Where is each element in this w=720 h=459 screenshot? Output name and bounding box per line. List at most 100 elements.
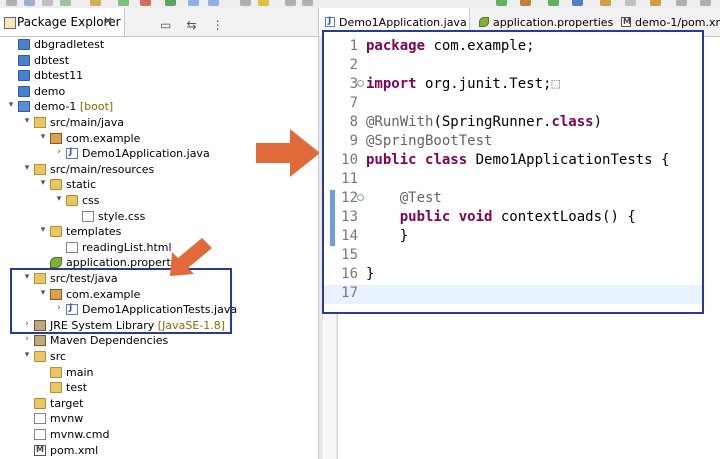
toolbar-button[interactable] bbox=[700, 0, 711, 6]
proj-icon bbox=[18, 54, 30, 66]
tree-item-label: style.css bbox=[98, 210, 145, 223]
code-line[interactable]: 13 public void contextLoads() { bbox=[324, 209, 702, 228]
file-icon bbox=[34, 413, 46, 425]
expand-arrow-icon[interactable]: › bbox=[54, 147, 64, 157]
tree-item-label: src/main/resources bbox=[50, 163, 154, 176]
code-line[interactable]: 11 bbox=[324, 171, 702, 190]
toolbar-button[interactable] bbox=[302, 0, 313, 6]
tree-item-label: demo-1 [boot] bbox=[34, 100, 113, 113]
line-number: 10 bbox=[341, 152, 358, 168]
code-line[interactable]: 16} bbox=[324, 266, 702, 285]
code-token: class bbox=[551, 114, 594, 130]
code-line[interactable]: 10 public class Demo1ApplicationTests { bbox=[324, 152, 702, 171]
code-line[interactable]: 8 @RunWith(SpringRunner.class) bbox=[324, 114, 702, 133]
editor-tab-label: demo-1/pom.xml bbox=[635, 16, 720, 29]
line-number: 12 bbox=[341, 190, 358, 206]
line-number: 11 bbox=[341, 171, 358, 187]
folder-icon bbox=[50, 226, 62, 238]
toolbar-button[interactable] bbox=[188, 0, 199, 6]
line-number: 13 bbox=[341, 209, 358, 225]
expand-arrow-icon[interactable]: ▾ bbox=[22, 116, 32, 126]
code-line[interactable]: 17 bbox=[324, 285, 702, 304]
toolbar-button[interactable] bbox=[258, 0, 269, 6]
toolbar-button[interactable] bbox=[6, 0, 17, 6]
toolbar-button[interactable] bbox=[24, 0, 35, 6]
expand-arrow-icon[interactable]: ▾ bbox=[6, 100, 16, 110]
toolbar-button[interactable] bbox=[520, 0, 531, 6]
tree-item-text: readingList.html bbox=[82, 240, 172, 254]
toolbar-button[interactable] bbox=[240, 0, 251, 6]
line-number: 9 bbox=[349, 133, 358, 149]
code-token: ) bbox=[593, 114, 603, 130]
code-line[interactable]: 9 @SpringBootTest bbox=[324, 133, 702, 152]
line-number: 7 bbox=[349, 95, 358, 111]
toolbar-button[interactable] bbox=[496, 0, 507, 6]
line-number: 3 bbox=[349, 76, 358, 92]
tree-item-label: templates bbox=[66, 225, 121, 238]
toolbar-button[interactable] bbox=[572, 0, 583, 6]
expand-arrow-icon[interactable]: ▾ bbox=[38, 225, 48, 235]
code-token: @SpringBootTest bbox=[366, 133, 493, 149]
collapse-all-icon[interactable]: ▭ bbox=[160, 18, 171, 32]
code-line[interactable]: 14 } bbox=[324, 228, 702, 247]
toolbar-button[interactable] bbox=[208, 0, 219, 6]
close-icon[interactable]: ✕ bbox=[103, 14, 113, 28]
toolbar-button[interactable] bbox=[650, 0, 661, 6]
code-token: ⬚ bbox=[551, 76, 560, 92]
expand-arrow-icon[interactable]: ▾ bbox=[22, 350, 32, 360]
toolbar-button[interactable] bbox=[625, 0, 636, 6]
tree-item-label: Demo1Application.java bbox=[82, 147, 210, 160]
toolbar-button[interactable] bbox=[165, 0, 176, 6]
tree-item-label: mvnw.cmd bbox=[50, 428, 109, 441]
tree-item-text: Maven Dependencies bbox=[50, 334, 169, 348]
expand-arrow-icon[interactable]: › bbox=[22, 334, 32, 344]
view-menu-icon[interactable]: ⋮ bbox=[212, 18, 224, 32]
code-line[interactable]: 15 bbox=[324, 247, 702, 266]
toolbar-button[interactable] bbox=[90, 0, 101, 6]
expand-arrow-icon[interactable]: ▾ bbox=[22, 163, 32, 173]
toolbar-button[interactable] bbox=[600, 0, 611, 6]
tree-item-text: com.example bbox=[66, 131, 141, 145]
tree-item-text: main bbox=[66, 365, 94, 379]
package-explorer-tools: ▭ ⇆ ⋮ bbox=[160, 14, 234, 33]
tree-item-text: src/main/java bbox=[50, 116, 125, 129]
code-line[interactable]: 3 import org.junit.Test;⬚ bbox=[324, 76, 702, 95]
toolbar-button[interactable] bbox=[118, 0, 129, 6]
toolbar-button[interactable] bbox=[140, 0, 151, 6]
tree-item-label: test bbox=[66, 381, 87, 394]
toolbar-button[interactable] bbox=[42, 0, 53, 6]
toolbar-button[interactable] bbox=[676, 0, 687, 6]
code-token: contextLoads() { bbox=[492, 209, 636, 225]
mvn-icon bbox=[621, 17, 631, 27]
editor-ruler-line bbox=[337, 314, 338, 459]
expand-arrow-icon[interactable]: ▾ bbox=[38, 178, 48, 188]
package-explorer-icon bbox=[4, 17, 16, 29]
tree-item-text: pom.xml bbox=[50, 443, 99, 457]
line-number: 15 bbox=[341, 247, 358, 263]
tree-item-text: demo-1 bbox=[34, 100, 77, 114]
tree-item-label: Maven Dependencies bbox=[50, 334, 168, 347]
tree-item-text: target bbox=[50, 396, 84, 410]
code-line[interactable]: 12 @Test bbox=[324, 190, 702, 209]
package-explorer-tab[interactable]: Package Explorer ✕ bbox=[0, 8, 125, 36]
fold-toggle-icon[interactable] bbox=[357, 194, 364, 201]
tree-item-text: static bbox=[66, 178, 97, 192]
expand-arrow-icon[interactable]: ▾ bbox=[38, 132, 48, 142]
link-editor-icon[interactable]: ⇆ bbox=[186, 18, 196, 32]
code-frame[interactable]: 1 package com.example; 2 3 import org.junit.… bbox=[322, 30, 704, 314]
tree-item-text: Demo1Application.java bbox=[82, 147, 210, 161]
code-line[interactable]: 2 bbox=[324, 57, 702, 76]
expand-arrow-icon[interactable]: ▾ bbox=[54, 194, 64, 204]
tree-item-label: dbtest11 bbox=[34, 69, 83, 82]
toolbar-button[interactable] bbox=[60, 0, 71, 6]
code-line[interactable]: 7 bbox=[324, 95, 702, 114]
toolbar-button[interactable] bbox=[548, 0, 559, 6]
code-token: org.junit.Test; bbox=[416, 76, 552, 92]
java-icon bbox=[66, 147, 78, 160]
tree-item-text: style.css bbox=[98, 209, 146, 223]
code-line[interactable]: 1 package com.example; bbox=[324, 38, 702, 57]
fold-toggle-icon[interactable] bbox=[357, 80, 364, 87]
toolbar-button[interactable] bbox=[285, 0, 296, 6]
